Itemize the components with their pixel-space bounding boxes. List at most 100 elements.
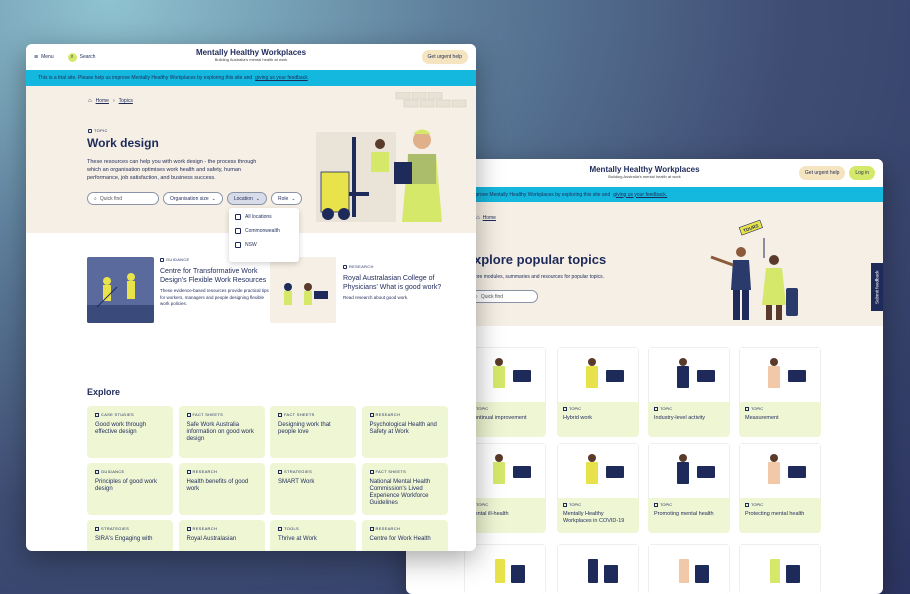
featured-image: [87, 257, 154, 323]
card-title: SMART Work: [278, 479, 315, 485]
featured-resource-2[interactable]: RESEARCH Royal Australasian College of P…: [270, 257, 460, 327]
topic-card[interactable]: TOPIC Promoting mental health: [648, 443, 730, 533]
resource-card[interactable]: FACT SHEETS Safe Work Australia informati…: [178, 406, 265, 458]
topic-card[interactable]: [557, 544, 639, 594]
topic-illustration: [464, 443, 546, 498]
card-title: Royal Australasian: [186, 536, 237, 542]
topic-icon: [745, 502, 749, 507]
resource-card[interactable]: STRATEGIES SMART Work: [270, 463, 356, 515]
topic-card[interactable]: [464, 544, 546, 594]
resource-card[interactable]: RESEARCH Psychological Health and Safety …: [361, 406, 448, 458]
card-tag: TOOLS: [278, 526, 348, 531]
login-button[interactable]: Log in: [849, 166, 875, 180]
research-icon: [343, 264, 347, 269]
breadcrumb-home[interactable]: Home: [483, 215, 496, 221]
card-title: Psychological Health and Safety at Work: [369, 422, 437, 435]
page-title: xplore popular topics: [474, 252, 607, 267]
topic-card[interactable]: TOPIC Continual improvement: [464, 347, 546, 437]
topic-title: Protecting mental health: [745, 511, 805, 517]
feedback-link[interactable]: giving us your feedback: [255, 75, 308, 81]
location-filter[interactable]: Location ⌄: [226, 192, 267, 205]
topic-card[interactable]: TOPIC Measurement: [739, 347, 821, 437]
topic-card[interactable]: TOPIC Hybrid work: [557, 347, 639, 437]
breadcrumb: ⌂ Home: [476, 215, 496, 221]
submit-feedback-tab[interactable]: Submit feedback: [871, 263, 883, 311]
topic-tag: TOPIC: [88, 128, 108, 133]
topic-card[interactable]: TOPIC Mental ill-health: [464, 443, 546, 533]
topic-card[interactable]: TOPIC Mentally Healthy Workplaces in COVI…: [557, 443, 639, 533]
topic-illustration: [739, 347, 821, 402]
resource-card[interactable]: RESEARCH Royal Australasian: [178, 520, 265, 551]
category-icon: [95, 526, 99, 531]
topic-title: Continual improvement: [470, 415, 527, 421]
breadcrumb: ⌂ Home › Topics: [88, 98, 133, 104]
topic-icon: [563, 406, 567, 411]
resource-desc: Read research about good work.: [343, 295, 409, 300]
checkbox-icon[interactable]: [235, 242, 241, 248]
topic-tag: TOPIC: [745, 502, 815, 507]
topic-card[interactable]: TOPIC Industry-level activity: [648, 347, 730, 437]
resource-card[interactable]: CASE STUDIES Good work through effective …: [87, 406, 173, 458]
page-intro: lore modules, summaries and resources fo…: [474, 274, 605, 280]
role-filter[interactable]: Role ⌄: [270, 192, 303, 205]
guidance-icon: [160, 257, 164, 262]
topic-card[interactable]: [648, 544, 730, 594]
location-option[interactable]: Commonwealth: [235, 228, 293, 234]
card-title: Safe Work Australia information on good …: [186, 422, 254, 442]
resource-card[interactable]: FACT SHEETS National Mental Health Commis…: [361, 463, 448, 515]
resource-card[interactable]: GUIDANCE Principles of good work design: [87, 463, 173, 515]
topic-tag: TOPIC: [654, 502, 724, 507]
resource-title: Royal Australasian College of Physicians…: [343, 275, 442, 291]
search-icon: ⌕: [94, 195, 97, 202]
checkbox-icon[interactable]: [235, 214, 241, 220]
card-title: SIRA's Engaging with: [95, 536, 153, 542]
resource-card[interactable]: FACT SHEETS Designing work that people lo…: [270, 406, 356, 458]
page-intro: These resources can help you with work d…: [87, 159, 257, 181]
quick-find-input[interactable]: ⌕ Quick find: [468, 290, 538, 303]
resource-card[interactable]: RESEARCH Health benefits of good work: [178, 463, 265, 515]
urgent-help-button[interactable]: Get urgent help: [798, 166, 846, 180]
card-tag: GUIDANCE: [95, 469, 165, 474]
featured-resource-1[interactable]: GUIDANCE Centre for Transformative Work …: [87, 257, 272, 327]
card-tag: FACT SHEETS: [369, 469, 440, 474]
topic-tag: TOPIC: [470, 406, 540, 411]
topic-card[interactable]: TOPIC Protecting mental health: [739, 443, 821, 533]
card-title: Principles of good work design: [95, 479, 158, 492]
explore-heading: Explore: [87, 387, 121, 397]
breadcrumb-home[interactable]: Home: [96, 98, 109, 104]
location-option[interactable]: All locations: [235, 214, 293, 220]
chevron-right-icon: ›: [112, 98, 115, 104]
checkbox-icon[interactable]: [235, 228, 241, 234]
resource-desc: These evidence-based resources provide p…: [160, 288, 269, 306]
chevron-down-icon: ⌄: [255, 195, 260, 202]
breadcrumb-topics[interactable]: Topics: [119, 98, 133, 104]
category-icon: [95, 469, 99, 474]
chevron-down-icon: ⌄: [291, 195, 296, 202]
warehouse-illustration: [316, 91, 476, 232]
resource-card[interactable]: TOOLS Thrive at Work: [270, 520, 356, 551]
topic-card[interactable]: [739, 544, 821, 594]
topic-illustration: [557, 443, 639, 498]
resource-card[interactable]: STRATEGIES SIRA's Engaging with: [87, 520, 173, 551]
card-tag: RESEARCH: [369, 412, 440, 417]
search-button[interactable]: ⌕ Search: [67, 52, 95, 62]
card-tag: FACT SHEETS: [186, 412, 257, 417]
quick-find-input[interactable]: ⌕ Quick find: [87, 192, 159, 205]
tour-guide-illustration: TOURS: [706, 210, 826, 325]
topic-icon: [745, 406, 749, 411]
urgent-help-button[interactable]: Get urgent help: [421, 50, 468, 64]
location-option[interactable]: NSW: [235, 242, 293, 248]
topic-icon: [654, 406, 658, 411]
resource-card[interactable]: RESEARCH Centre for Work Health: [361, 520, 448, 551]
feedback-link[interactable]: giving us your feedback.: [613, 192, 667, 198]
topics-hero: ⌂ Home xplore popular topics lore modules…: [406, 202, 883, 326]
topic-illustration: [739, 544, 821, 594]
topic-title: Mentally Healthy Workplaces in COVID-19: [563, 511, 625, 524]
filter-bar: ⌕ Quick find Organisation size ⌄ Location ⌄…: [87, 192, 303, 205]
category-icon: [186, 469, 191, 474]
menu-button[interactable]: ≡ Menu: [34, 54, 54, 61]
topic-illustration: [648, 443, 730, 498]
organisation-size-filter[interactable]: Organisation size ⌄: [163, 192, 223, 205]
resource-title: Centre for Transformative Work Design's …: [160, 268, 267, 284]
topic-icon: [88, 128, 92, 133]
